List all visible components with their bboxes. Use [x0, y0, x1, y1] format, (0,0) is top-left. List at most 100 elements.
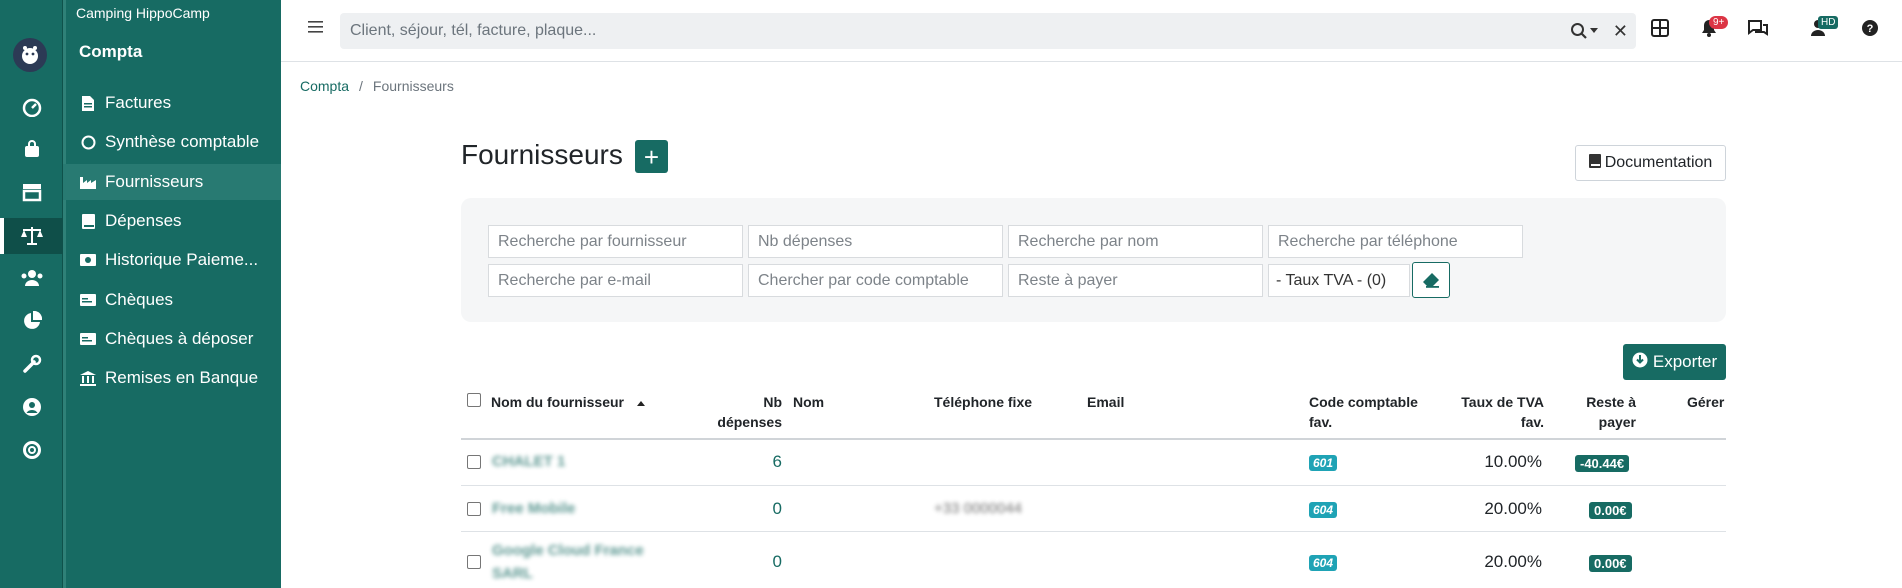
col-phone-header[interactable]: Téléphone fixe — [934, 392, 1032, 412]
sidebar-item-label: Factures — [105, 93, 172, 112]
sidebar-item-synthese[interactable]: Synthèse comptable — [63, 124, 281, 160]
row-checkbox[interactable] — [467, 455, 481, 469]
sidebar-item-historique[interactable]: Historique Paieme... — [63, 242, 281, 278]
expense-count-link[interactable]: 6 — [742, 452, 782, 472]
col-name-header[interactable]: Nom — [793, 392, 824, 412]
industry-icon — [80, 174, 96, 190]
book-icon — [1588, 153, 1601, 173]
user-initials-badge: HD — [1818, 16, 1839, 29]
filter-due-input[interactable]: Reste à payer — [1008, 264, 1263, 297]
search-input[interactable]: Client, séjour, tél, facture, plaque... — [350, 22, 596, 40]
menu-icon[interactable] — [308, 20, 323, 39]
filter-phone-input[interactable]: Recherche par téléphone — [1268, 225, 1523, 258]
sidebar-item-cheques-deposer[interactable]: Chèques à déposer — [63, 321, 281, 357]
tva-value: 10.00% — [1484, 452, 1542, 471]
section-title: Compta — [79, 42, 143, 61]
chat-icon[interactable] — [1747, 19, 1769, 42]
expense-count-link[interactable]: 0 — [742, 499, 782, 519]
col-due-header[interactable]: Reste à payer — [1570, 392, 1636, 432]
row-divider — [461, 531, 1726, 532]
col-tva-label-2: fav. — [1520, 414, 1544, 430]
row-checkbox[interactable] — [467, 555, 481, 569]
sub-sidebar: Camping HippoCamp Compta Factures Synthè… — [63, 0, 281, 588]
breadcrumb: Compta / Fournisseurs — [300, 78, 454, 94]
circle-icon — [80, 134, 96, 150]
caret-down-icon — [1590, 28, 1598, 33]
export-button[interactable]: Exporter — [1623, 344, 1726, 380]
store-icon[interactable] — [0, 174, 63, 210]
filter-code-input[interactable]: Chercher par code comptable — [748, 264, 1003, 297]
user-icon[interactable]: HD — [1810, 16, 1839, 42]
col-email-header[interactable]: Email — [1087, 392, 1124, 412]
grid-icon[interactable] — [1651, 19, 1669, 42]
book-icon — [80, 213, 96, 229]
documentation-button[interactable]: Documentation — [1575, 145, 1726, 181]
code-badge: 604 — [1309, 555, 1338, 571]
user-circle-icon[interactable] — [0, 389, 63, 425]
sidebar-item-remises[interactable]: Remises en Banque — [63, 360, 281, 396]
bell-icon[interactable]: 9+ — [1701, 16, 1729, 42]
wrench-icon[interactable] — [0, 346, 63, 382]
breadcrumb-compta-link[interactable]: Compta — [300, 78, 349, 94]
download-icon — [1632, 352, 1648, 373]
sidebar-item-depenses[interactable]: Dépenses — [63, 203, 281, 239]
table-header-divider — [461, 438, 1726, 440]
supplier-name-link[interactable]: Google Cloud France — [492, 542, 644, 559]
clear-filters-button[interactable] — [1412, 262, 1450, 298]
page-title: Fournisseurs — [461, 139, 623, 170]
col-code-header[interactable]: Code comptable fav. — [1309, 392, 1418, 432]
search-icon[interactable] — [1570, 22, 1598, 40]
row-divider — [461, 485, 1726, 486]
select-all-checkbox[interactable] — [467, 393, 481, 407]
col-tva-header[interactable]: Taux de TVA fav. — [1440, 392, 1544, 432]
pie-chart-icon[interactable] — [0, 303, 63, 339]
export-label: Exporter — [1652, 352, 1718, 371]
sidebar-item-label: Dépenses — [105, 211, 182, 230]
filters-panel: Recherche par fournisseur Nb dépenses Re… — [461, 198, 1726, 322]
sidebar-item-cheques[interactable]: Chèques — [63, 282, 281, 318]
filter-email-input[interactable]: Recherche par e-mail — [488, 264, 743, 297]
col-supplier-header[interactable]: Nom du fournisseur — [491, 392, 646, 412]
dashboard-icon[interactable] — [0, 89, 63, 125]
filter-supplier-input[interactable]: Recherche par fournisseur — [488, 225, 743, 258]
expense-count-link[interactable]: 0 — [742, 552, 782, 572]
bag-icon[interactable] — [0, 131, 63, 167]
sidebar-item-label: Fournisseurs — [105, 172, 204, 191]
due-badge: 0.00€ — [1589, 555, 1632, 572]
users-icon[interactable] — [0, 260, 63, 296]
global-search[interactable]: Client, séjour, tél, facture, plaque... … — [340, 13, 1636, 49]
clear-search-icon[interactable]: ✕ — [1613, 21, 1628, 42]
sidebar-item-factures[interactable]: Factures — [63, 85, 281, 121]
col-tva-label-1: Taux de TVA — [1461, 394, 1544, 410]
bank-icon — [80, 370, 96, 386]
money-icon — [80, 252, 96, 268]
phone-value: +33 0000044 — [934, 500, 1023, 517]
row-checkbox[interactable] — [467, 502, 481, 516]
icon-rail — [0, 0, 63, 588]
supplier-name-line2[interactable]: SARL — [492, 565, 533, 582]
supplier-name-link[interactable]: CHALET 1 — [492, 453, 565, 470]
filter-name-input[interactable]: Recherche par nom — [1008, 225, 1263, 258]
balance-icon[interactable] — [0, 218, 63, 254]
hippo-logo[interactable] — [13, 38, 47, 72]
code-badge: 604 — [1309, 502, 1338, 518]
filter-nb-expenses-input[interactable]: Nb dépenses — [748, 225, 1003, 258]
add-supplier-button[interactable]: + — [635, 140, 668, 173]
help-icon[interactable]: ? — [1861, 19, 1879, 42]
supplier-name-link[interactable]: Free Mobile — [492, 500, 575, 517]
lifebuoy-icon[interactable] — [0, 432, 63, 468]
due-badge: 0.00€ — [1589, 502, 1632, 519]
col-nb-header[interactable]: Nb dépenses — [700, 392, 782, 432]
sidebar-item-fournisseurs[interactable]: Fournisseurs — [63, 164, 281, 200]
col-code-label-2: fav. — [1309, 414, 1333, 430]
col-due-label-1: Reste à — [1586, 394, 1636, 410]
tva-value: 20.00% — [1484, 552, 1542, 571]
breadcrumb-current: Fournisseurs — [372, 78, 454, 94]
filter-tva-select[interactable]: - Taux TVA - (0) — [1268, 264, 1410, 297]
col-code-label-1: Code comptable — [1309, 394, 1418, 410]
col-manage-header: Gérer — [1687, 394, 1725, 410]
tva-value: 20.00% — [1484, 499, 1542, 518]
eraser-icon — [1423, 273, 1439, 288]
cheque-icon — [80, 292, 96, 308]
documentation-label: Documentation — [1604, 154, 1713, 171]
